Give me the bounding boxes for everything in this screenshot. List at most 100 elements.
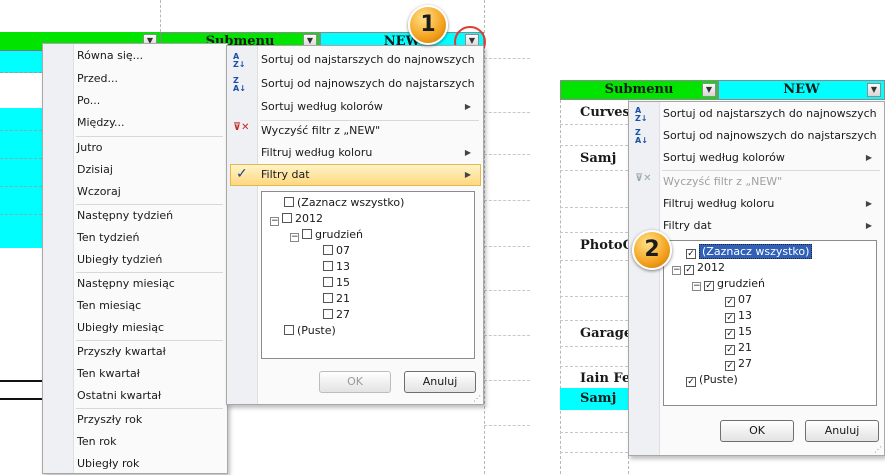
- cell-text[interactable]: Samj: [580, 150, 616, 168]
- tree-day[interactable]: 15: [323, 275, 350, 291]
- menu-item-tomorrow[interactable]: Jutro: [74, 137, 223, 159]
- checkbox-checked[interactable]: ✓: [725, 329, 735, 339]
- thick-border: [0, 398, 42, 400]
- checkbox-checked[interactable]: ✓: [725, 345, 735, 355]
- tree-day[interactable]: ✓ 27: [725, 356, 752, 372]
- sort-newest-oldest[interactable]: Z A↓ Sortuj od najnowszych do najstarszych: [233, 73, 479, 95]
- sort-by-color[interactable]: Sortuj według kolorów ▶: [258, 96, 479, 118]
- cancel-button[interactable]: Anuluj: [805, 420, 879, 442]
- tree-day[interactable]: ✓ 13: [725, 308, 752, 324]
- cell-text[interactable]: Samj: [580, 390, 616, 408]
- filter-by-color[interactable]: Filtruj według koloru ▶: [660, 193, 880, 215]
- step-badge-2: 2: [632, 230, 672, 270]
- checkbox-checked[interactable]: ✓: [684, 265, 694, 275]
- filter-by-color[interactable]: Filtruj według koloru ▶: [258, 142, 479, 164]
- menu-item-between[interactable]: Między...: [74, 112, 223, 134]
- grid-line: [0, 158, 42, 159]
- menu-item-last-week[interactable]: Ubiegły tydzień: [74, 249, 223, 271]
- checkbox[interactable]: [323, 261, 333, 271]
- cell-text[interactable]: Iain Fe: [580, 370, 630, 388]
- tree-month[interactable]: − ✓ grudzień: [692, 276, 765, 292]
- checkbox-checked[interactable]: ✓: [686, 249, 696, 259]
- grid-line: [484, 0, 485, 474]
- sort-newest-oldest[interactable]: Z A↓ Sortuj od najnowszych do najstarszych: [635, 125, 880, 147]
- ok-button[interactable]: OK: [720, 420, 794, 442]
- tree-day[interactable]: 07: [323, 243, 350, 259]
- sort-oldest-newest[interactable]: A Z↓ Sortuj od najstarszych do najnowszych: [233, 49, 479, 71]
- collapse-icon[interactable]: −: [692, 282, 701, 291]
- menu-item-this-month[interactable]: Ten miesiąc: [74, 295, 223, 317]
- checkbox-checked[interactable]: ✓: [725, 313, 735, 323]
- tree-blanks[interactable]: ✓ (Puste): [686, 372, 738, 388]
- date-filters[interactable]: Filtry dat ▶: [660, 215, 880, 237]
- checkbox[interactable]: [284, 325, 294, 335]
- grid-line: [560, 452, 628, 453]
- tree-day[interactable]: 21: [323, 291, 350, 307]
- cell-cyan-block[interactable]: [0, 108, 42, 248]
- collapse-icon[interactable]: −: [270, 217, 279, 226]
- menu-item-next-quarter[interactable]: Przyszły kwartał: [74, 341, 223, 363]
- grid-line: [484, 200, 530, 201]
- menu-item-next-month[interactable]: Następny miesiąc: [74, 273, 223, 295]
- resize-grip-icon[interactable]: ⋰: [473, 394, 481, 403]
- menu-gutter: [43, 44, 74, 473]
- menu-item-after[interactable]: Po...: [74, 90, 223, 112]
- clear-filter-disabled[interactable]: ⊽✕ Wyczyść filtr z „NEW": [635, 171, 880, 193]
- tree-year[interactable]: −2012: [270, 211, 323, 227]
- tree-month[interactable]: − grudzień: [290, 227, 363, 243]
- menu-item-this-week[interactable]: Ten tydzień: [74, 227, 223, 249]
- filter-tree-2: ✓ (Zaznacz wszystko) − ✓ 2012 − ✓ grudzień ✓ 0…: [663, 240, 877, 406]
- cancel-button[interactable]: Anuluj: [404, 371, 476, 393]
- resize-grip-icon[interactable]: ⋰: [874, 445, 882, 454]
- tree-year[interactable]: − ✓ 2012: [672, 260, 725, 276]
- cell-cyan[interactable]: [0, 51, 42, 73]
- checkbox-checked[interactable]: ✓: [725, 297, 735, 307]
- sort-descending-icon: Z A↓: [233, 76, 246, 93]
- menu-item-today[interactable]: Dzisiaj: [74, 159, 223, 181]
- sort-ascending-icon: A Z↓: [635, 106, 648, 123]
- menu-item-this-quarter[interactable]: Ten kwartał: [74, 363, 223, 385]
- tree-day[interactable]: 27: [323, 307, 350, 323]
- menu-item-next-year[interactable]: Przyszły rok: [74, 409, 223, 431]
- menu-item-this-year[interactable]: Ten rok: [74, 431, 223, 453]
- checkbox[interactable]: [302, 229, 312, 239]
- checkbox-checked[interactable]: ✓: [725, 361, 735, 371]
- cell-text[interactable]: Curves: [580, 104, 630, 122]
- submenu-filter-dropdown-right[interactable]: ▼: [702, 83, 716, 97]
- checkbox[interactable]: [282, 213, 292, 223]
- tree-select-all[interactable]: (Zaznacz wszystko): [284, 195, 404, 211]
- menu-item-last-year[interactable]: Ubiegły rok: [74, 453, 223, 475]
- cell-text[interactable]: Garage: [580, 325, 632, 343]
- menu-item-last-quarter[interactable]: Ostatni kwartał: [74, 385, 223, 407]
- tree-select-all[interactable]: ✓ (Zaznacz wszystko): [686, 244, 813, 260]
- collapse-icon[interactable]: −: [290, 233, 299, 242]
- checkbox-checked[interactable]: ✓: [686, 377, 696, 387]
- ok-button-disabled[interactable]: OK: [319, 371, 391, 393]
- menu-item-next-week[interactable]: Następny tydzień: [74, 205, 223, 227]
- sort-by-color[interactable]: Sortuj według kolorów ▶: [660, 147, 880, 169]
- tree-day[interactable]: ✓ 21: [725, 340, 752, 356]
- cell-text[interactable]: PhotoC: [580, 237, 633, 255]
- tree-day[interactable]: ✓ 07: [725, 292, 752, 308]
- tree-day[interactable]: ✓ 15: [725, 324, 752, 340]
- checkbox[interactable]: [323, 309, 333, 319]
- tree-blanks[interactable]: (Puste): [284, 323, 336, 339]
- menu-item-last-month[interactable]: Ubiegły miesiąc: [74, 317, 223, 339]
- checkbox[interactable]: [284, 197, 294, 207]
- checkbox[interactable]: [323, 293, 333, 303]
- checkbox-checked[interactable]: ✓: [704, 281, 714, 291]
- clear-filter-icon: ⊽✕: [635, 173, 652, 184]
- sort-oldest-newest[interactable]: A Z↓ Sortuj od najstarszych do najnowszych: [635, 103, 880, 125]
- date-filters[interactable]: Filtry dat ▶: [258, 164, 479, 186]
- header-submenu-label: Submenu: [604, 82, 674, 97]
- new-filter-dropdown-right[interactable]: ▼: [867, 83, 881, 97]
- menu-item-equals[interactable]: Równa się...: [74, 45, 223, 67]
- tree-day[interactable]: 13: [323, 259, 350, 275]
- menu-item-before[interactable]: Przed...: [74, 68, 223, 90]
- menu-item-yesterday[interactable]: Wczoraj: [74, 181, 223, 203]
- clear-filter[interactable]: ⊽✕ Wyczyść filtr z „NEW": [233, 120, 479, 142]
- grid-line: [484, 246, 530, 247]
- collapse-icon[interactable]: −: [672, 266, 681, 275]
- checkbox[interactable]: [323, 245, 333, 255]
- checkbox[interactable]: [323, 277, 333, 287]
